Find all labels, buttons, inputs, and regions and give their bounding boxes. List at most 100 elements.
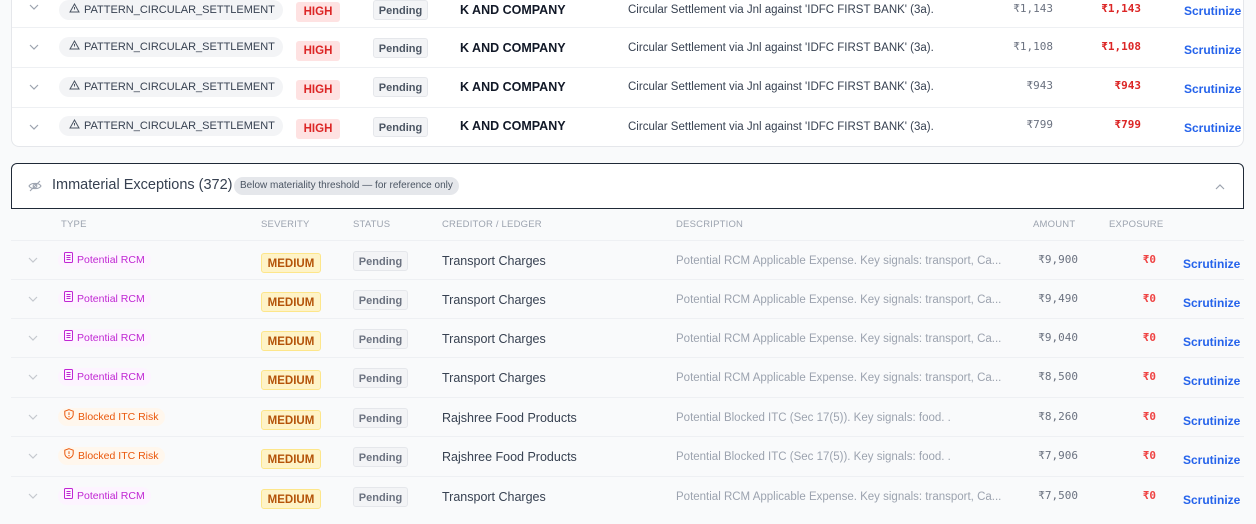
type-label: Potential RCM [77,332,145,344]
type-label: Blocked ITC Risk [78,411,159,423]
type-badge: Potential RCM [58,251,151,269]
amount: ₹9,040 [1038,331,1078,344]
column-header-status[interactable]: STATUS [353,219,390,230]
status-badge: Pending [353,368,408,388]
exposure: ₹0 [1142,370,1156,383]
warning-triangle-icon [69,37,80,57]
scrutinize-button[interactable]: Scrutinize [1184,118,1241,138]
document-icon [64,329,73,347]
scrutinize-button[interactable]: Scrutinize [1184,79,1241,99]
creditor-name: K AND COMPANY [460,3,566,17]
column-header-severity[interactable]: SEVERITY [261,219,310,230]
shield-alert-icon [64,408,74,426]
status-badge: Pending [373,38,428,58]
scrutinize-button[interactable]: Scrutinize [1183,490,1240,510]
scrutinize-button[interactable]: Scrutinize [1183,371,1240,391]
table-row[interactable]: Potential RCM MEDIUM Pending Transport C… [11,318,1244,358]
exposure: ₹799 [1114,118,1142,131]
status-badge: Pending [353,487,408,507]
creditor-name: Transport Charges [442,490,546,504]
column-header-creditor[interactable]: CREDITOR / LEDGER [442,219,542,230]
severity-badge: HIGH [296,80,340,100]
status-badge: Pending [353,408,408,428]
severity-badge: MEDIUM [261,370,321,390]
description: Circular Settlement via Jnl against 'IDF… [628,81,934,93]
status-badge: Pending [353,329,408,349]
chevron-down-icon[interactable] [25,369,41,385]
creditor-name: K AND COMPANY [460,80,566,94]
chevron-down-icon[interactable] [25,448,41,464]
amount: ₹9,900 [1038,253,1078,266]
creditor-name: K AND COMPANY [460,119,566,133]
amount: ₹1,143 [1013,2,1053,15]
type-badge: PATTERN_CIRCULAR_SETTLEMENT [59,77,283,97]
description: Potential RCM Applicable Expense. Key si… [676,255,1002,267]
table-row[interactable]: PATTERN_CIRCULAR_SETTLEMENT HIGH Pending… [12,68,1243,108]
exposure: ₹0 [1142,449,1156,462]
type-badge: Blocked ITC Risk [58,447,165,465]
chevron-down-icon[interactable] [25,409,41,425]
scrutinize-button[interactable]: Scrutinize [1183,450,1240,470]
amount: ₹9,490 [1038,292,1078,305]
scrutinize-button[interactable]: Scrutinize [1183,411,1240,431]
description: Circular Settlement via Jnl against 'IDF… [628,121,934,133]
table-row[interactable]: Blocked ITC Risk MEDIUM Pending Rajshree… [11,436,1244,476]
document-icon [64,368,73,386]
table-row[interactable]: PATTERN_CIRCULAR_SETTLEMENT HIGH Pending… [12,108,1243,148]
creditor-name: Transport Charges [442,371,546,385]
severity-badge: MEDIUM [261,489,321,509]
severity-badge: MEDIUM [261,331,321,351]
exposure: ₹0 [1142,292,1156,305]
type-label: PATTERN_CIRCULAR_SETTLEMENT [84,4,275,16]
column-header-amount[interactable]: AMOUNT [1033,219,1075,230]
table-row[interactable]: Potential RCM MEDIUM Pending Transport C… [11,357,1244,397]
scrutinize-button[interactable]: Scrutinize [1184,40,1241,60]
scrutinize-button[interactable]: Scrutinize [1183,254,1240,274]
column-header-description[interactable]: DESCRIPTION [676,219,743,230]
scrutinize-button[interactable]: Scrutinize [1183,332,1240,352]
table-row[interactable]: PATTERN_CIRCULAR_SETTLEMENT HIGH Pending… [12,28,1243,68]
exposure: ₹1,143 [1101,2,1141,15]
type-label: PATTERN_CIRCULAR_SETTLEMENT [84,41,275,53]
creditor-name: Transport Charges [442,332,546,346]
amount: ₹1,108 [1013,40,1053,53]
severity-badge: MEDIUM [261,410,321,430]
creditor-name: Rajshree Food Products [442,411,577,425]
creditor-name: K AND COMPANY [460,41,566,55]
type-badge: PATTERN_CIRCULAR_SETTLEMENT [59,37,283,57]
warning-triangle-icon [69,77,80,97]
severity-badge: MEDIUM [261,449,321,469]
scrutinize-button[interactable]: Scrutinize [1183,293,1240,313]
table-row[interactable]: Blocked ITC Risk MEDIUM Pending Rajshree… [11,397,1244,437]
chevron-up-icon[interactable] [1215,179,1225,193]
scrutinize-button[interactable]: Scrutinize [1184,1,1241,21]
chevron-down-icon[interactable] [26,0,42,15]
chevron-down-icon[interactable] [26,119,42,135]
exposure: ₹0 [1142,253,1156,266]
type-label: Blocked ITC Risk [78,450,159,462]
chevron-down-icon[interactable] [25,252,41,268]
exposure: ₹0 [1142,410,1156,423]
immaterial-section-header[interactable]: Immaterial Exceptions (372) Below materi… [11,163,1244,209]
table-row[interactable]: Potential RCM MEDIUM Pending Transport C… [11,240,1244,280]
column-header-exposure[interactable]: EXPOSURE [1109,219,1163,230]
chevron-down-icon[interactable] [25,330,41,346]
status-badge: Pending [373,0,428,20]
chevron-down-icon[interactable] [25,291,41,307]
type-label: PATTERN_CIRCULAR_SETTLEMENT [84,120,275,132]
type-label: PATTERN_CIRCULAR_SETTLEMENT [84,81,275,93]
description: Circular Settlement via Jnl against 'IDF… [628,4,934,16]
chevron-down-icon[interactable] [26,39,42,55]
table-row[interactable]: Potential RCM MEDIUM Pending Transport C… [11,476,1244,516]
chevron-down-icon[interactable] [26,79,42,95]
table-row[interactable]: PATTERN_CIRCULAR_SETTLEMENT HIGH Pending… [12,0,1243,28]
status-badge: Pending [373,117,428,137]
amount: ₹799 [1026,118,1054,131]
severity-badge: MEDIUM [261,253,321,273]
exposure: ₹943 [1114,79,1142,92]
chevron-down-icon[interactable] [25,488,41,504]
creditor-name: Transport Charges [442,254,546,268]
column-header-type[interactable]: TYPE [61,219,87,230]
materiality-note-badge: Below materiality threshold — for refere… [234,177,459,195]
table-row[interactable]: Potential RCM MEDIUM Pending Transport C… [11,279,1244,319]
